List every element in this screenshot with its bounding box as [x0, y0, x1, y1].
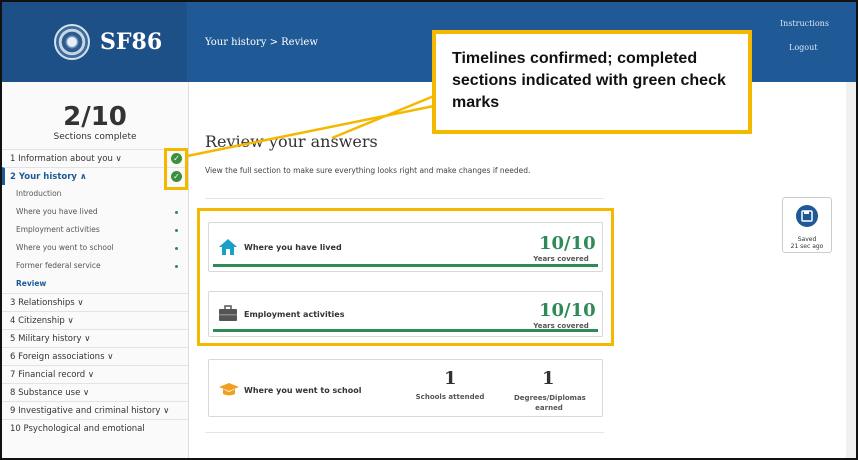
annotation-text: Timelines confirmed; completed sections … — [452, 50, 726, 111]
callout-arrow-checks — [186, 104, 435, 158]
checkmark-highlight — [164, 148, 188, 190]
annotation-callout: Timelines confirmed; completed sections … — [432, 30, 752, 134]
timeline-cards-highlight — [197, 208, 614, 346]
screenshot-frame: SF86 Your history > Review Instructions … — [0, 0, 858, 460]
